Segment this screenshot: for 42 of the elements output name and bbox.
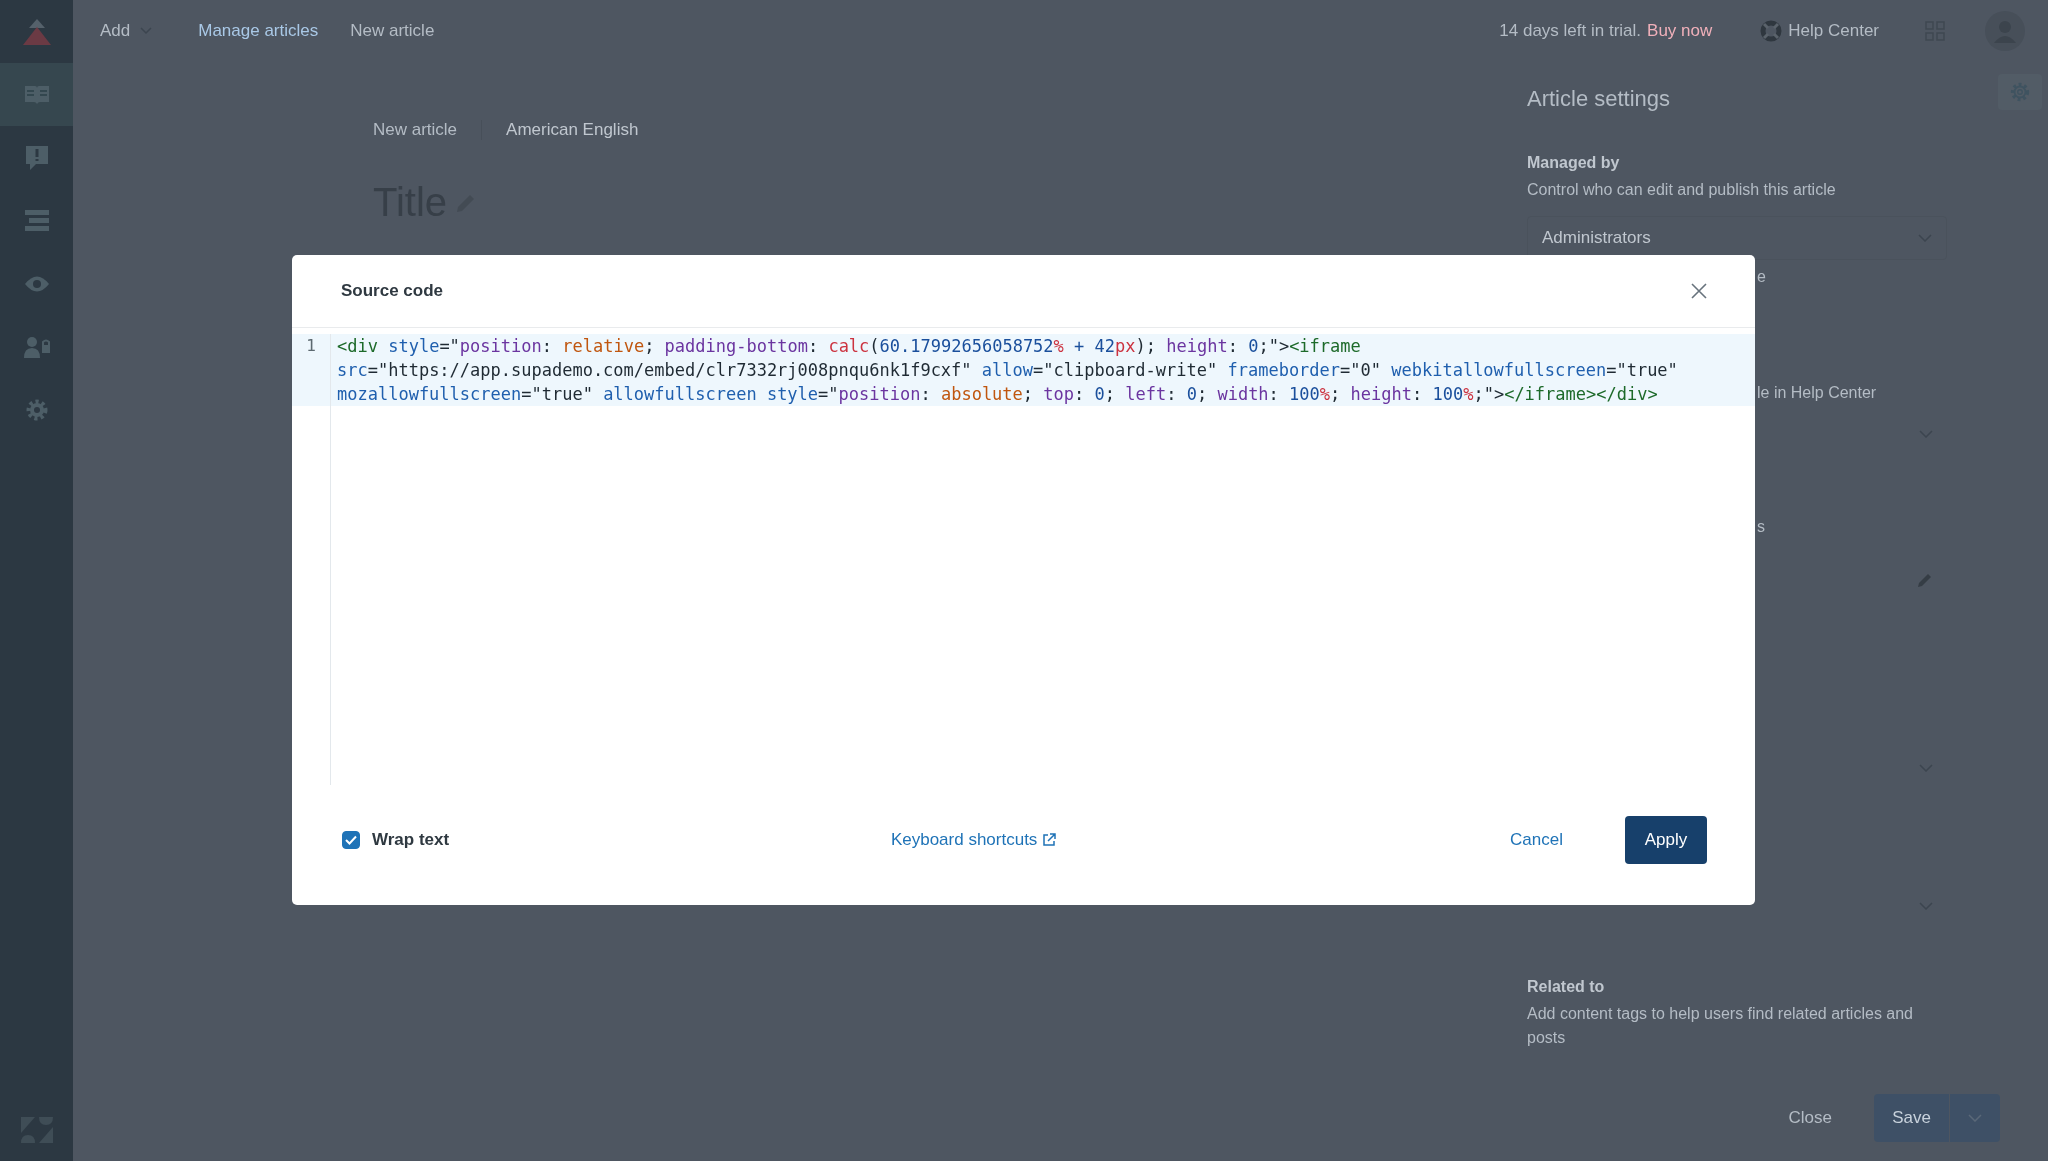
chevron-down-icon <box>1968 1114 1982 1122</box>
pencil-icon[interactable] <box>1917 572 1933 588</box>
help-center-link[interactable]: Help Center <box>1760 20 1879 42</box>
code-line: mozallowfullscreen="true" allowfullscreen style="position: absolute; top: 0; left: 0; width: 100%; height: 100%;"></iframe></div> <box>337 383 1659 406</box>
eye-icon <box>23 274 50 293</box>
apply-button[interactable]: Apply <box>1625 816 1707 864</box>
sidebar-item[interactable] <box>0 63 73 126</box>
field-label: Managed by <box>1527 154 1621 172</box>
field-description: e <box>1757 268 1766 286</box>
article-meta: American English <box>506 120 639 140</box>
trial-notice: 14 days left in trial. <box>1499 21 1642 41</box>
book-icon <box>23 84 50 105</box>
close-icon[interactable] <box>1691 283 1707 299</box>
code-line: src="https://app.supademo.com/embed/clr7332rj008pnqu6nk1f9cxf" allow="clipboard-write" frameborder="0" webkitallowfullscreen="true" <box>337 359 1678 382</box>
field-label: Related to <box>1527 978 1606 996</box>
alert-icon <box>25 145 48 170</box>
field-description: le in Help Center <box>1757 384 1877 402</box>
wrap-text-checkbox[interactable] <box>342 831 360 849</box>
brand-logo-icon[interactable] <box>22 18 51 45</box>
save-options-button[interactable] <box>1950 1094 2000 1142</box>
line-number: 1 <box>306 335 316 357</box>
save-button[interactable]: Save <box>1874 1094 1950 1142</box>
dialog-title: Source code <box>341 281 444 301</box>
external-link-icon <box>1042 833 1057 847</box>
article-meta: New article <box>373 120 483 140</box>
user-lock-icon <box>23 335 50 358</box>
code-line: <div style="position: relative; padding-bottom: calc(60.17992656058752% + 42px); height: 0;"><iframe <box>337 335 1362 358</box>
field-description: Add content tags to help users find related articles and posts <box>1527 1004 1914 1048</box>
buy-now-link[interactable]: Buy now <box>1647 21 1713 41</box>
add-menu[interactable]: Add <box>100 21 153 41</box>
panel-title: Article settings <box>1527 86 1672 112</box>
breadcrumb-current: New article <box>350 21 435 41</box>
close-button[interactable]: Close <box>1782 1107 1838 1129</box>
cancel-button[interactable]: Cancel <box>1498 822 1575 858</box>
keyboard-shortcuts-link[interactable]: Keyboard shortcuts <box>890 830 1038 850</box>
field-description: Control who can edit and publish this article <box>1527 180 1837 200</box>
lifebuoy-icon <box>1760 20 1783 42</box>
breadcrumb-link[interactable]: Manage articles <box>198 21 319 41</box>
field-description: s <box>1757 518 1765 536</box>
list-icon <box>24 209 49 232</box>
checkbox-label: Wrap text <box>372 830 450 850</box>
gear-icon <box>24 397 49 422</box>
